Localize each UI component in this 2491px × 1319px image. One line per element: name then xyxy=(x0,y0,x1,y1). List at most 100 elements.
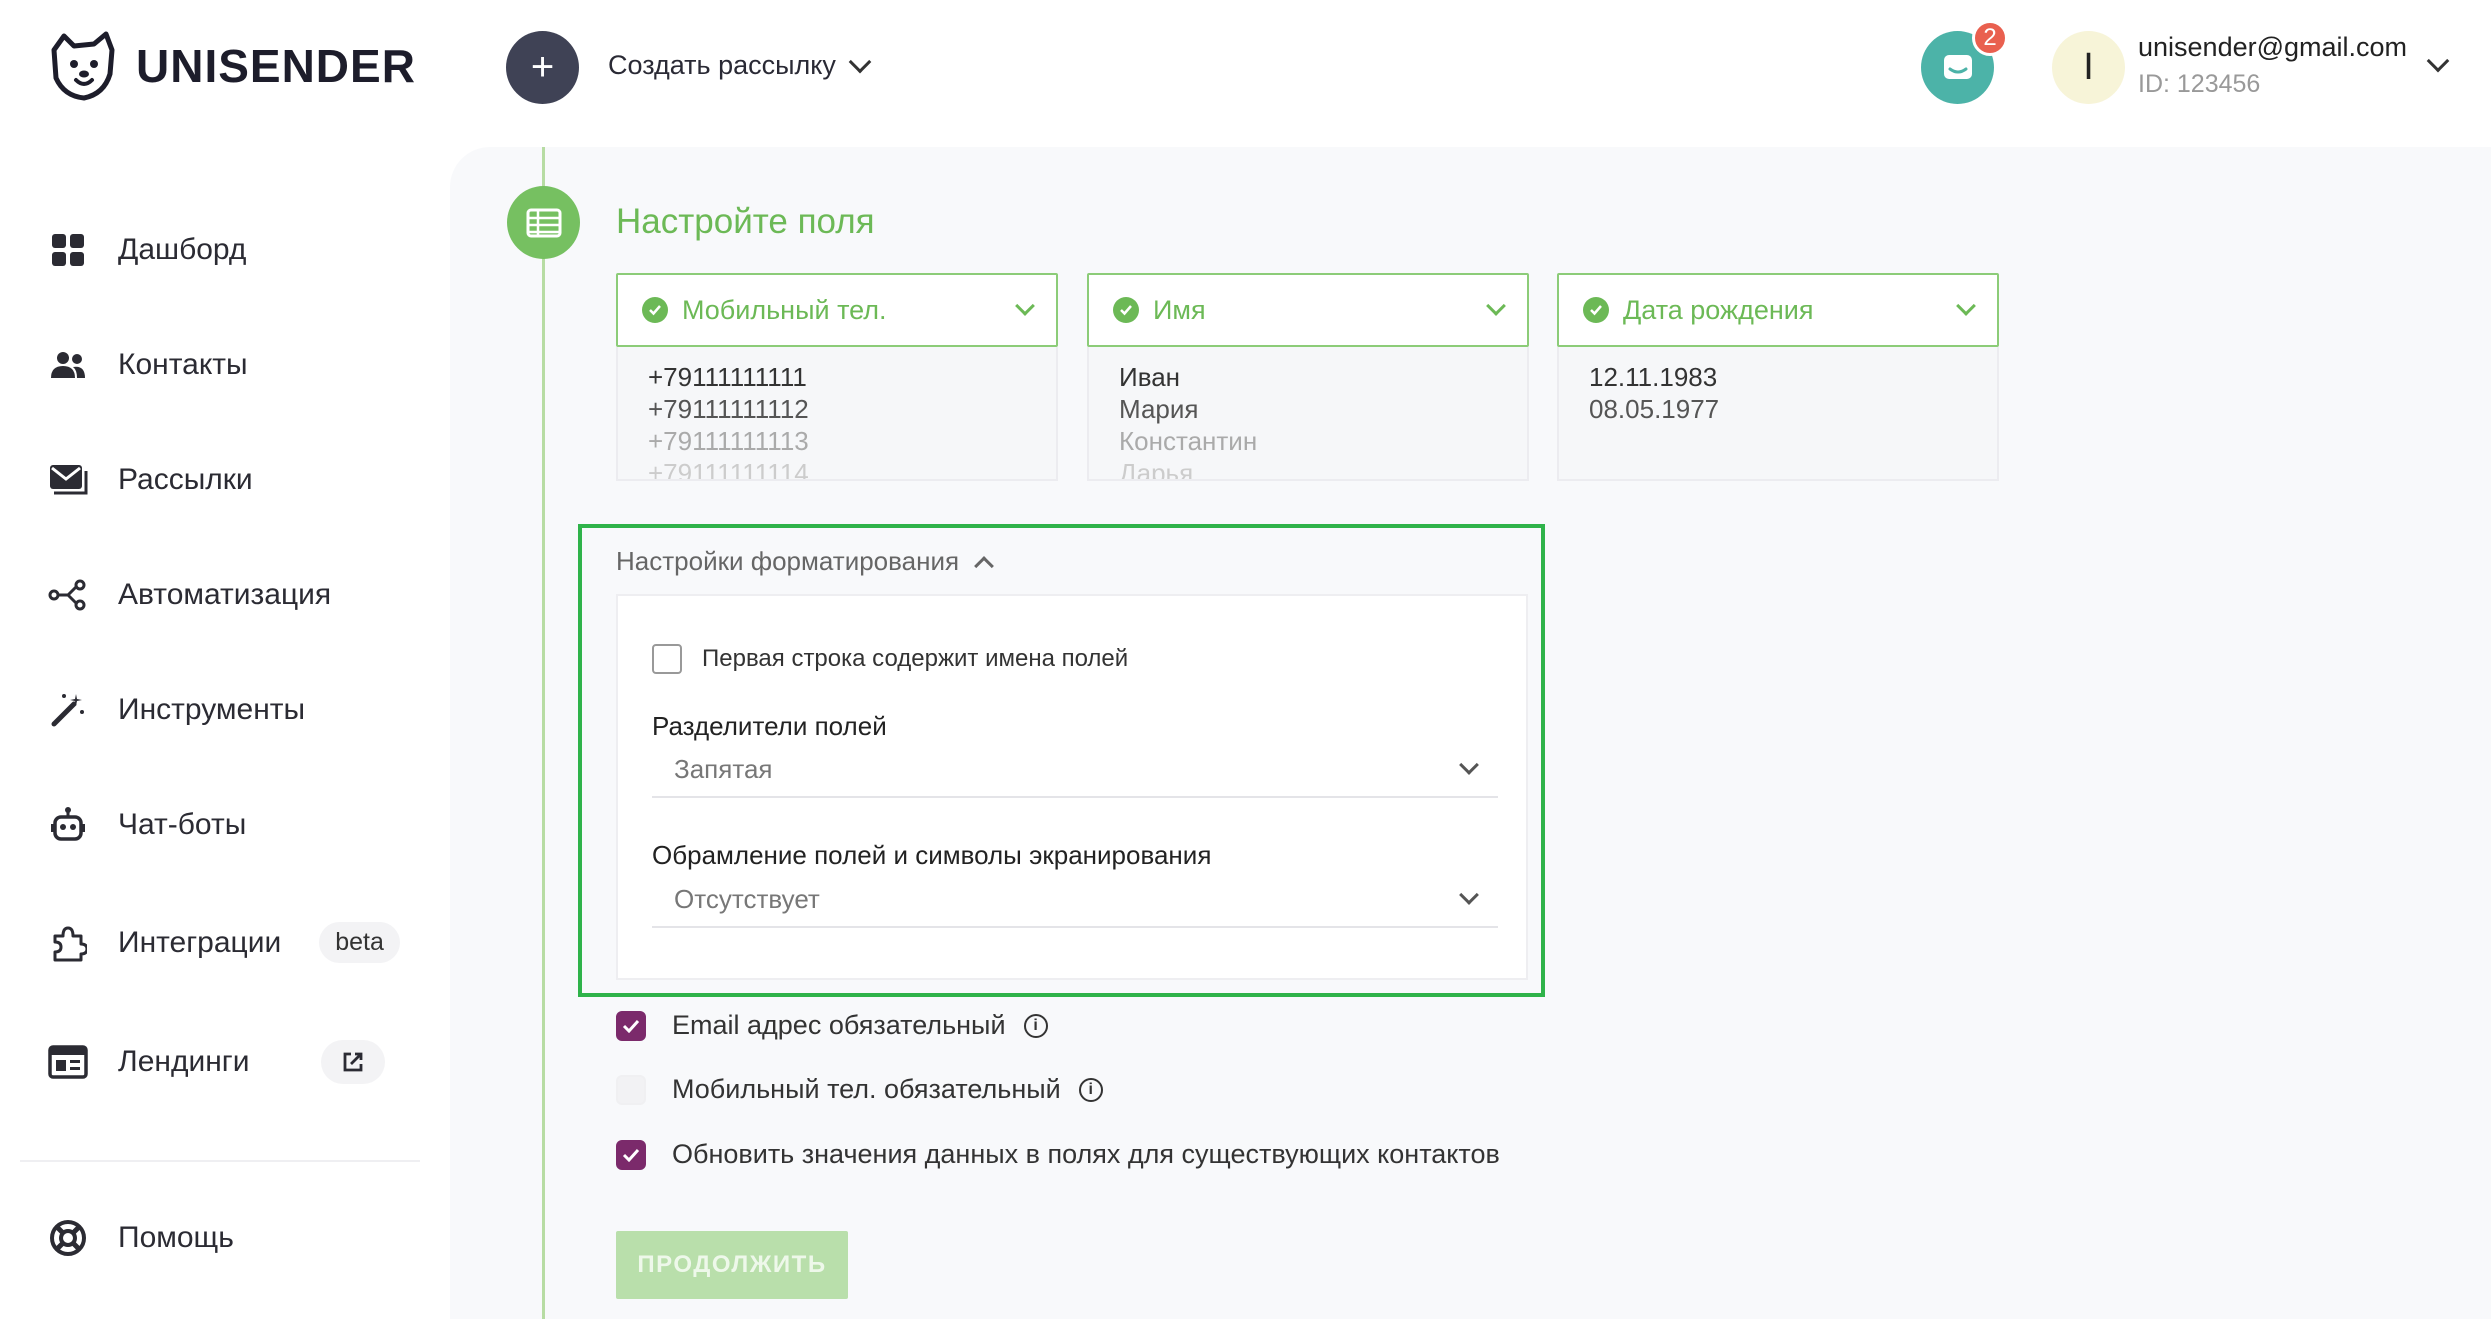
delimiter-select[interactable]: Запятая xyxy=(652,742,1498,798)
field-mapping-select[interactable]: Дата рождения xyxy=(1557,273,1999,347)
contacts-icon xyxy=(48,345,88,385)
first-row-checkbox[interactable] xyxy=(652,644,682,674)
preview-value: 08.05.1977 xyxy=(1589,394,1720,424)
table-icon xyxy=(526,208,561,237)
sidebar-item-label: Лендинги xyxy=(118,1045,250,1078)
field-preview: +79111111111 +79111111112 +79111111113 +… xyxy=(616,347,1058,481)
email-required-label: Email адрес обязательный xyxy=(672,1010,1006,1040)
external-link-icon[interactable] xyxy=(321,1040,386,1084)
enclosure-label: Обрамление полей и символы экранирования xyxy=(652,840,1212,870)
field-column: Мобильный тел. +79111111111 +79111111112… xyxy=(616,273,1058,481)
step-title: Настройте поля xyxy=(616,202,875,241)
preview-value: +79111111113 xyxy=(648,426,809,456)
plus-icon: + xyxy=(530,45,555,89)
create-campaign-button[interactable]: + xyxy=(506,31,579,104)
phone-required-option[interactable]: Мобильный тел. обязательный i xyxy=(616,1074,1103,1105)
enclosure-select[interactable]: Отсутствует xyxy=(652,872,1498,928)
field-preview: Иван Мария Константин Дарья xyxy=(1087,347,1529,481)
preview-value: +79111111111 xyxy=(648,362,807,392)
field-mapping-label: Мобильный тел. xyxy=(682,294,887,325)
preview-value: 12.11.1983 xyxy=(1589,362,1718,392)
phone-required-checkbox[interactable] xyxy=(616,1074,646,1105)
formatting-toggle[interactable]: Настройки форматирования xyxy=(616,546,994,577)
field-mapping-select[interactable]: Мобильный тел. xyxy=(616,273,1058,347)
info-icon[interactable]: i xyxy=(1078,1077,1103,1102)
landing-icon xyxy=(48,1042,88,1082)
sidebar-item-integrations[interactable]: Интеграции beta xyxy=(48,922,400,963)
sidebar-item-label: Автоматизация xyxy=(118,578,332,611)
preview-value: Мария xyxy=(1119,394,1199,424)
field-column: Имя Иван Мария Константин Дарья xyxy=(1087,273,1529,481)
sidebar-divider xyxy=(20,1160,420,1162)
user-email[interactable]: unisender@gmail.com xyxy=(2138,32,2407,63)
chevron-down-icon xyxy=(848,50,872,73)
logo[interactable]: UNISENDER xyxy=(44,28,416,104)
field-mapping-label: Дата рождения xyxy=(1623,294,1814,325)
step-indicator xyxy=(507,186,580,259)
sidebar-item-chatbots[interactable]: Чат-боты xyxy=(48,805,246,845)
chevron-down-icon xyxy=(1459,885,1479,905)
avatar[interactable]: I xyxy=(2052,31,2125,104)
update-existing-checkbox[interactable] xyxy=(616,1139,646,1170)
sidebar-item-landings[interactable]: Лендинги xyxy=(48,1040,386,1084)
email-required-option[interactable]: Email адрес обязательный i xyxy=(616,1010,1048,1041)
magic-wand-icon xyxy=(48,690,88,730)
sidebar-item-label: Интеграции xyxy=(118,925,282,959)
brand-name: UNISENDER xyxy=(136,40,416,92)
delimiter-label: Разделители полей xyxy=(652,711,887,741)
formatting-title: Настройки форматирования xyxy=(616,546,960,576)
sidebar-item-tools[interactable]: Инструменты xyxy=(48,690,305,730)
sidebar-item-automation[interactable]: Автоматизация xyxy=(48,575,331,615)
sidebar-item-contacts[interactable]: Контакты xyxy=(48,345,248,385)
sidebar-item-label: Рассылки xyxy=(118,463,253,496)
formatting-panel: Первая строка содержит имена полей Разде… xyxy=(616,594,1528,980)
update-existing-option[interactable]: Обновить значения данных в полях для сущ… xyxy=(616,1139,1500,1170)
preview-value: Иван xyxy=(1119,362,1181,392)
dashboard-icon xyxy=(48,230,88,270)
create-campaign-dropdown[interactable]: Создать рассылку xyxy=(608,50,872,81)
update-existing-label: Обновить значения данных в полях для сущ… xyxy=(672,1139,1500,1169)
check-circle-icon xyxy=(1113,297,1139,323)
field-preview: 12.11.1983 08.05.1977 xyxy=(1557,347,1999,481)
robot-icon xyxy=(48,805,88,845)
first-row-header-option[interactable]: Первая строка содержит имена полей xyxy=(652,644,1128,674)
preview-value: +79111111112 xyxy=(648,394,809,424)
sidebar-item-help[interactable]: Помощь xyxy=(48,1218,234,1258)
check-circle-icon xyxy=(642,297,668,323)
delimiter-value: Запятая xyxy=(674,753,773,784)
field-mapping-select[interactable]: Имя xyxy=(1087,273,1529,347)
chevron-down-icon xyxy=(1459,755,1479,775)
preview-value: +79111111114 xyxy=(648,458,809,481)
create-campaign-label: Создать рассылку xyxy=(608,50,836,80)
chat-icon xyxy=(1943,54,1972,79)
notification-badge: 2 xyxy=(1972,20,2008,56)
automation-icon xyxy=(48,575,88,615)
sidebar-item-label: Чат-боты xyxy=(118,808,247,841)
sidebar-item-campaigns[interactable]: Рассылки xyxy=(48,460,253,500)
chevron-down-icon xyxy=(2426,49,2450,73)
phone-required-label: Мобильный тел. обязательный xyxy=(672,1074,1061,1104)
chevron-down-icon xyxy=(1956,296,1976,316)
account-menu-toggle[interactable] xyxy=(2426,49,2450,74)
preview-value: Константин xyxy=(1119,426,1258,456)
chevron-up-icon xyxy=(974,555,994,576)
field-mapping-label: Имя xyxy=(1153,294,1206,325)
chevron-down-icon xyxy=(1015,296,1035,316)
first-row-label: Первая строка содержит имена полей xyxy=(702,645,1129,672)
beta-badge: beta xyxy=(319,922,400,963)
sidebar-item-label: Инструменты xyxy=(118,693,306,726)
info-icon[interactable]: i xyxy=(1023,1013,1048,1038)
check-circle-icon xyxy=(1583,297,1609,323)
email-required-checkbox[interactable] xyxy=(616,1010,646,1041)
sidebar-item-label: Контакты xyxy=(118,348,248,381)
step-timeline xyxy=(542,147,545,1319)
preview-value: Дарья xyxy=(1119,458,1194,481)
chevron-down-icon xyxy=(1486,296,1506,316)
user-id: ID: 123456 xyxy=(2138,70,2261,98)
help-label: Помощь xyxy=(118,1221,234,1254)
enclosure-value: Отсутствует xyxy=(674,883,820,914)
mail-icon xyxy=(48,460,88,500)
continue-button[interactable]: ПРОДОЛЖИТЬ xyxy=(616,1231,848,1299)
sidebar-item-dashboard[interactable]: Дашборд xyxy=(48,230,246,270)
field-column: Дата рождения 12.11.1983 08.05.1977 xyxy=(1557,273,1999,481)
